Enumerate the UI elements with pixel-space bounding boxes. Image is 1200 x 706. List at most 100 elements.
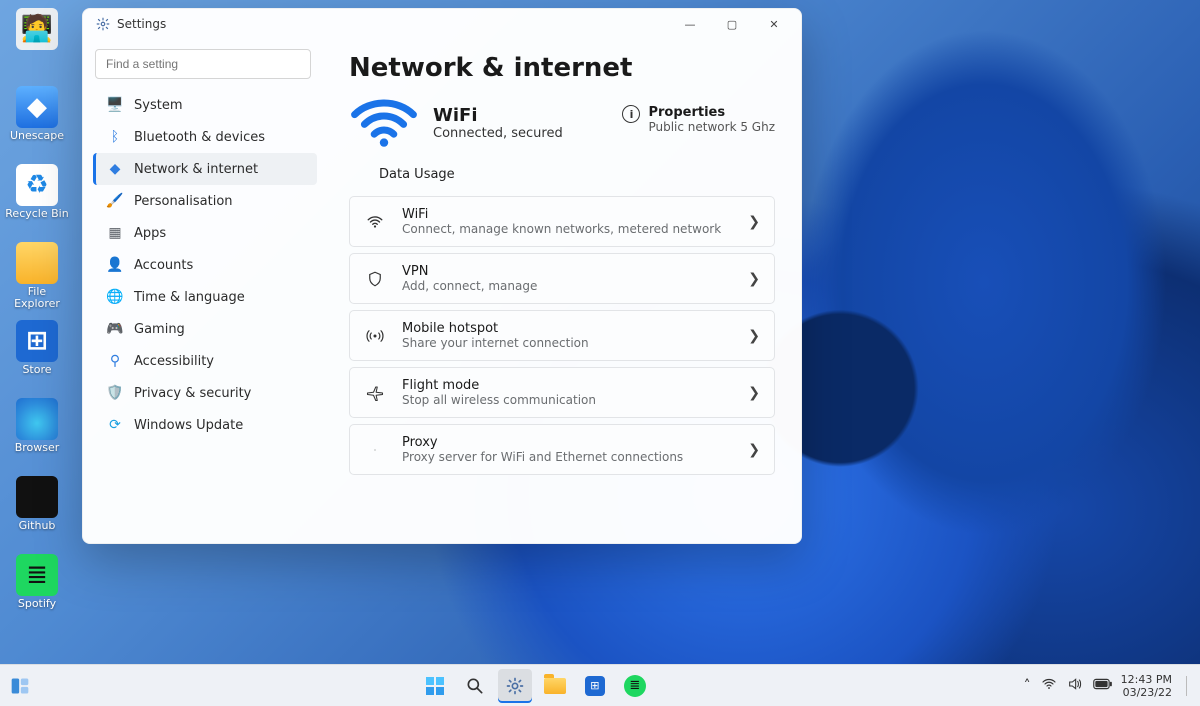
desktop-icon[interactable]: File Explorer [4,242,70,320]
system-tray[interactable]: ˄ [1024,676,1113,696]
card-icon [364,327,386,345]
page-title: Network & internet [349,53,775,83]
taskbar-app-spotify[interactable]: ≣ [618,669,652,703]
sidebar-item[interactable]: ◆ Network & internet [93,153,317,185]
wifi-name: WiFi [433,105,563,126]
card-icon [364,213,386,231]
desktop-icon-glyph: ♻ [16,164,58,206]
window-maximize-button[interactable]: ▢ [711,9,753,39]
taskbar-time: 12:43 PM [1121,673,1172,686]
sidebar-item-icon: ◆ [106,161,124,177]
desktop-icon-label: Recycle Bin [5,208,68,220]
content-pane: Network & internet WiFi Connected, secur [321,39,801,543]
tray-overflow-icon[interactable]: ˄ [1024,678,1031,694]
settings-card[interactable]: VPN Add, connect, manage ❯ [349,253,775,304]
card-icon [364,270,386,288]
desktop-icon-glyph: ≣ [16,554,58,596]
settings-nav: 🖥️ Systemᛒ Bluetooth & devices◆ Network … [93,89,317,441]
sidebar-item-label: Apps [134,226,166,241]
card-subtitle: Add, connect, manage [402,279,732,293]
sidebar-item-icon: ⟳ [106,417,124,433]
desktop-icon-label: File Explorer [4,286,70,310]
taskbar-app-explorer[interactable] [538,669,572,703]
card-title: Proxy [402,435,732,450]
desktop-icon-label: Github [19,520,56,532]
sidebar-item[interactable]: 🛡️ Privacy & security [93,377,317,409]
sidebar-item[interactable]: ⚲ Accessibility [93,345,317,377]
titlebar[interactable]: Settings — ▢ ✕ [83,9,801,39]
desktop-icon[interactable]: Github [4,476,70,554]
sidebar-item[interactable]: 🖥️ System [93,89,317,121]
settings-card[interactable]: Proxy Proxy server for WiFi and Ethernet… [349,424,775,475]
card-title: Mobile hotspot [402,321,732,336]
sidebar-item-label: Accounts [134,258,193,273]
card-subtitle: Connect, manage known networks, metered … [402,222,732,236]
properties-title: Properties [648,105,775,120]
sidebar-item-icon: ⚲ [106,353,124,369]
sidebar-item[interactable]: 👤 Accounts [93,249,317,281]
sidebar-item[interactable]: 🖌️ Personalisation [93,185,317,217]
search-container [95,49,311,79]
sidebar-item-label: Personalisation [134,194,233,209]
card-title: WiFi [402,207,732,222]
wifi-status-block[interactable]: WiFi Connected, secured [349,97,563,149]
desktop-icon[interactable]: ≣ Spotify [4,554,70,632]
network-status-row: WiFi Connected, secured i Properties Pub… [349,97,775,149]
sidebar-item-icon: 🌐 [106,289,124,305]
widgets-button[interactable] [6,672,34,700]
sidebar-item[interactable]: ▦ Apps [93,217,317,249]
search-input[interactable] [95,49,311,79]
start-button[interactable] [418,669,452,703]
desktop-icon-label: Browser [15,442,60,454]
search-button[interactable] [458,669,492,703]
notifications-button[interactable] [1186,676,1190,696]
desktop-icon[interactable]: ⊞ Store [4,320,70,398]
taskbar-clock[interactable]: 12:43 PM 03/23/22 [1121,673,1172,699]
sidebar-item-icon: ᛒ [106,129,124,145]
volume-tray-icon[interactable] [1067,676,1083,696]
sidebar-item-label: Gaming [134,322,185,337]
settings-card[interactable]: Mobile hotspot Share your internet conne… [349,310,775,361]
sidebar-item-icon: 🖌️ [106,193,124,209]
sidebar-item[interactable]: 🌐 Time & language [93,281,317,313]
desktop-icon[interactable]: ♻ Recycle Bin [4,164,70,242]
taskbar-app-store[interactable]: ⊞ [578,669,612,703]
desktop-icon[interactable]: Browser [4,398,70,476]
taskbar-app-settings[interactable] [498,669,532,703]
chevron-right-icon: ❯ [748,328,760,344]
properties-block[interactable]: i Properties Public network 5 Ghz [622,97,775,134]
card-subtitle: Share your internet connection [402,336,732,350]
sidebar-item[interactable]: 🎮 Gaming [93,313,317,345]
desktop-icons: 🧑‍💻 ◆ Unescape♻ Recycle Bin File Explore… [4,8,70,632]
sidebar-item-icon: ▦ [106,225,124,241]
desktop-icon[interactable]: ◆ Unescape [4,86,70,164]
properties-subtitle: Public network 5 Ghz [648,120,775,134]
desktop-icon-glyph [16,398,58,440]
sidebar-item-icon: 🖥️ [106,97,124,113]
data-usage-link[interactable]: Data Usage [379,167,775,182]
chevron-right-icon: ❯ [748,385,760,401]
sidebar-item-icon: 👤 [106,257,124,273]
chevron-right-icon: ❯ [748,442,760,458]
settings-window: Settings — ▢ ✕ 🖥️ Systemᛒ Bluetooth & de… [82,8,802,544]
desktop-icon-glyph: ⊞ [16,320,58,362]
desktop-icon[interactable]: 🧑‍💻 [4,8,70,86]
wifi-tray-icon[interactable] [1041,676,1057,696]
sidebar-item[interactable]: ᛒ Bluetooth & devices [93,121,317,153]
sidebar-item-icon: 🎮 [106,321,124,337]
settings-card[interactable]: Flight mode Stop all wireless communicat… [349,367,775,418]
card-icon [364,384,386,402]
sidebar: 🖥️ Systemᛒ Bluetooth & devices◆ Network … [83,39,321,543]
card-icon [364,447,386,453]
card-title: Flight mode [402,378,732,393]
card-subtitle: Stop all wireless communication [402,393,732,407]
card-subtitle: Proxy server for WiFi and Ethernet conne… [402,450,732,464]
window-close-button[interactable]: ✕ [753,9,795,39]
window-minimize-button[interactable]: — [669,9,711,39]
sidebar-item-label: Windows Update [134,418,243,433]
desktop-icon-label: Spotify [18,598,56,610]
battery-tray-icon[interactable] [1093,678,1113,694]
card-title: VPN [402,264,732,279]
settings-card[interactable]: WiFi Connect, manage known networks, met… [349,196,775,247]
sidebar-item[interactable]: ⟳ Windows Update [93,409,317,441]
